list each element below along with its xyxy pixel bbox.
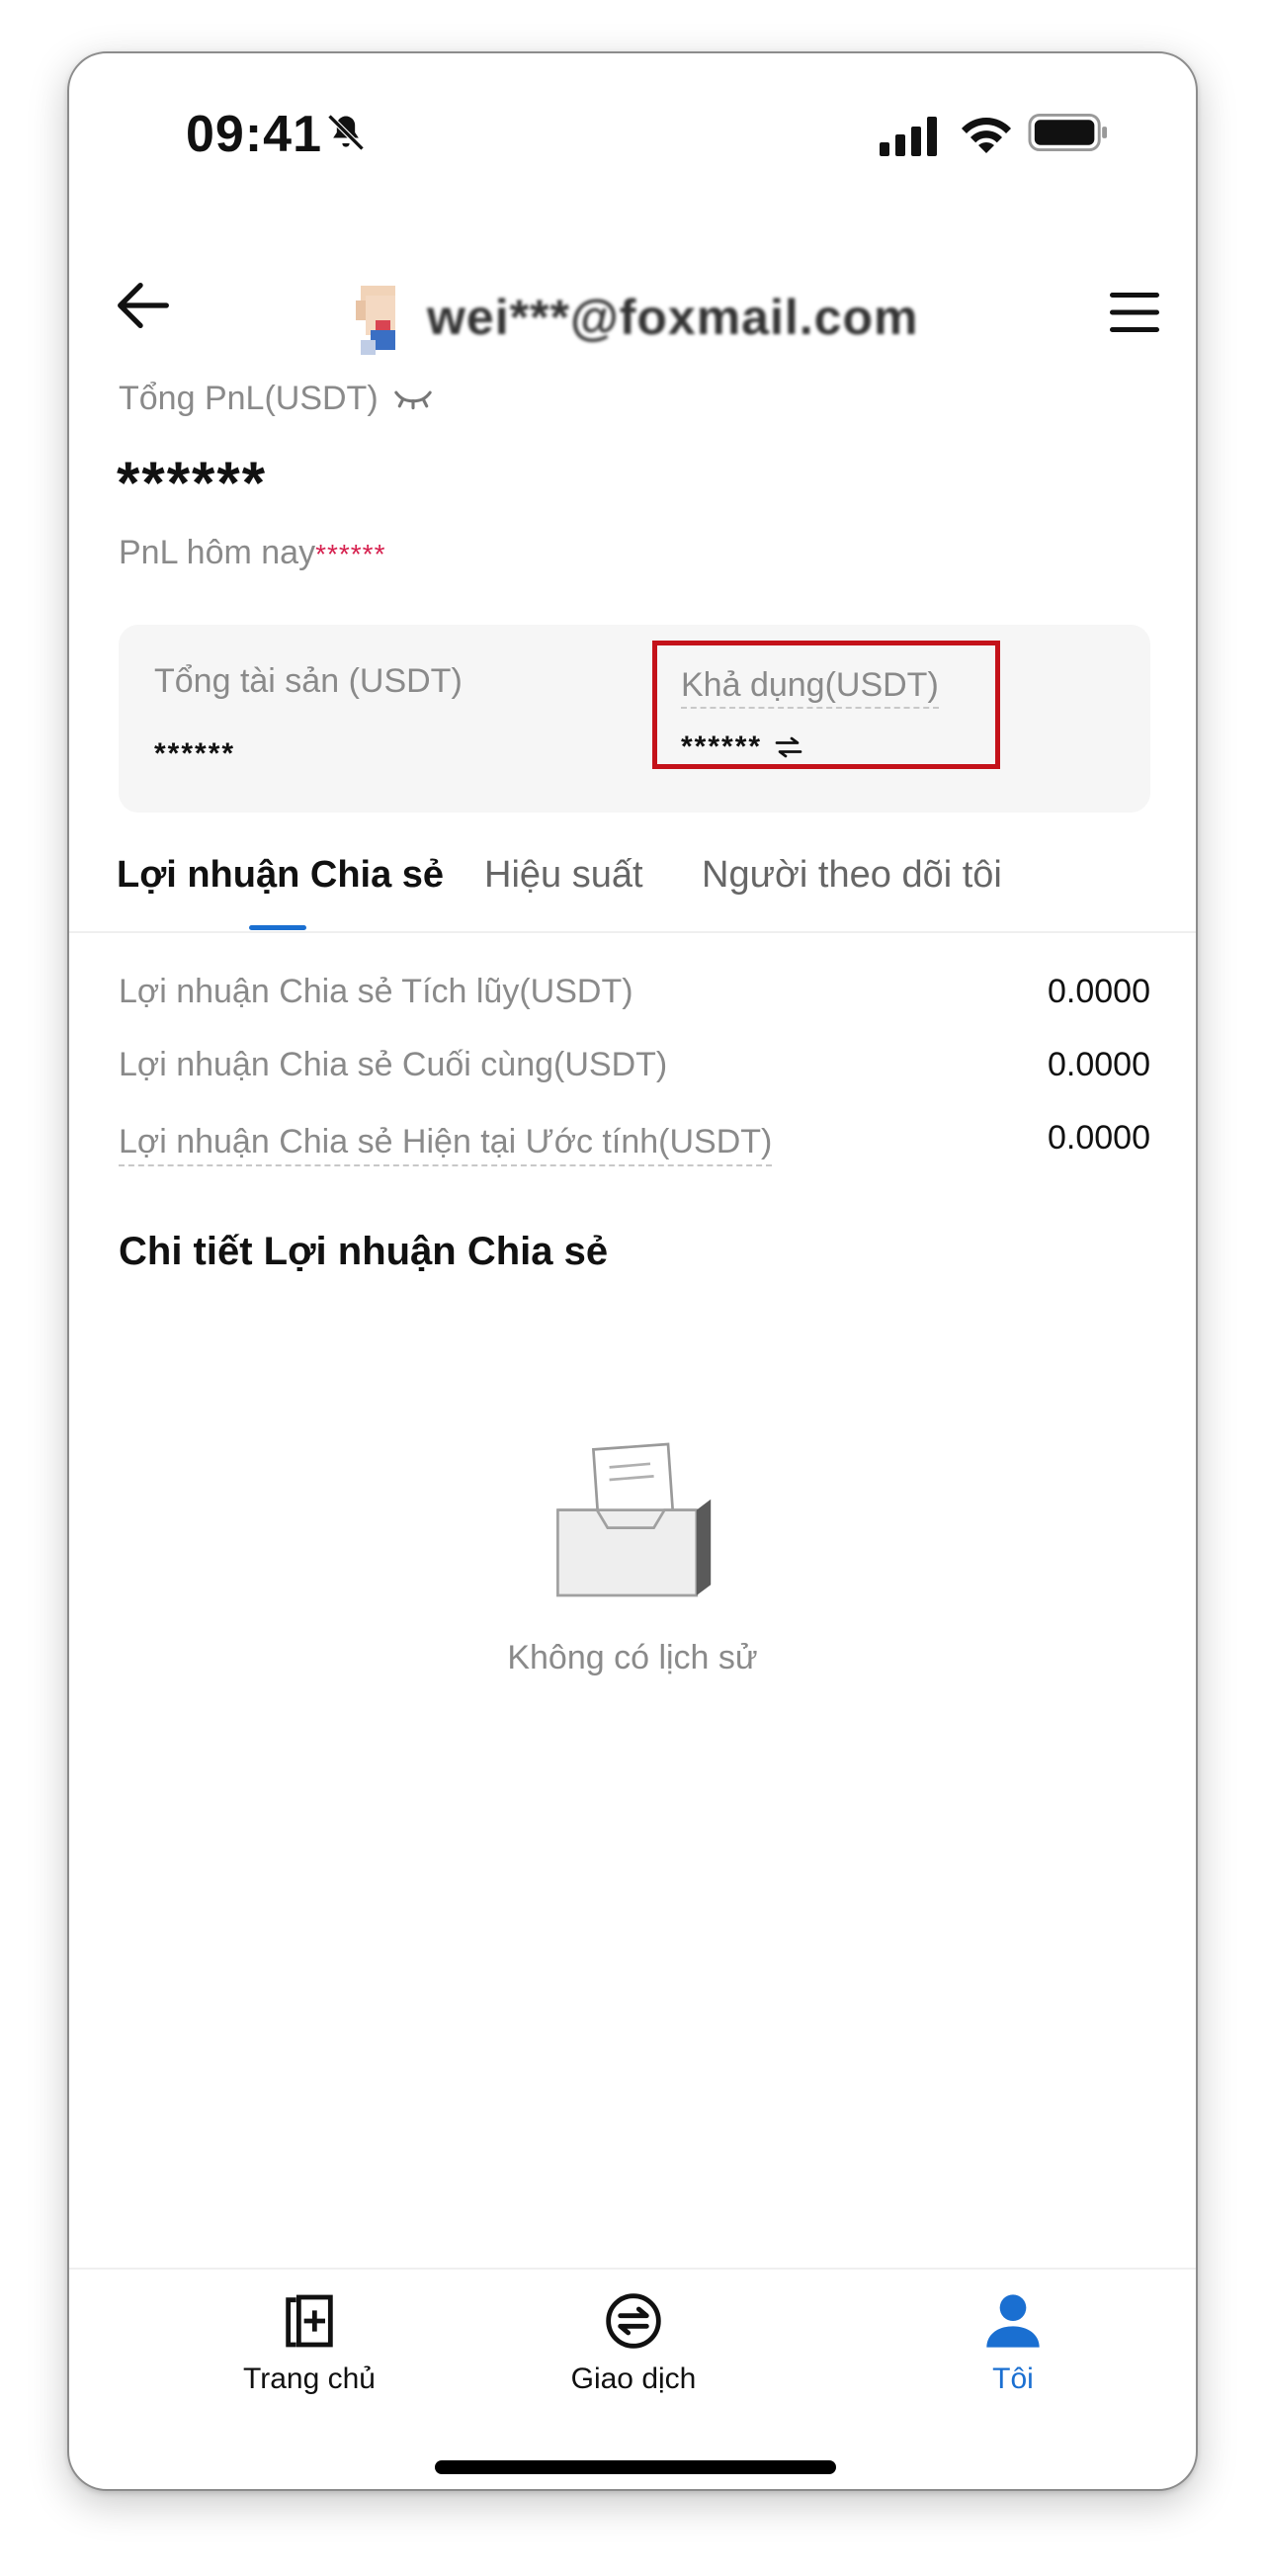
available-value: ****** [681, 730, 763, 763]
stat-row: Lợi nhuận Chia sẻ Tích lũy(USDT) 0.0000 [119, 973, 1150, 1022]
total-pnl-value: ****** [117, 450, 268, 516]
nav-trade[interactable]: Giao dịch [510, 2289, 757, 2396]
nav-home[interactable]: Trang chủ [186, 2289, 433, 2396]
today-pnl-label: PnL hôm nay [119, 534, 316, 571]
tab-followers[interactable]: Người theo dõi tôi [702, 854, 1002, 897]
avatar[interactable] [346, 281, 415, 360]
nav-home-label: Trang chủ [243, 2362, 376, 2395]
section-title: Chi tiết Lợi nhuận Chia sẻ [119, 1230, 609, 1273]
cellular-signal-icon [880, 117, 937, 156]
stat-label: Lợi nhuận Chia sẻ Tích lũy(USDT) [119, 973, 633, 1010]
status-time: 09:41 [186, 106, 322, 163]
total-assets-value: ****** [154, 737, 236, 770]
stat-row: Lợi nhuận Chia sẻ Cuối cùng(USDT) 0.0000 [119, 1046, 1150, 1095]
bottom-nav: Trang chủ Giao dịch Tôi [69, 2268, 1196, 2489]
total-assets-label: Tổng tài sản (USDT) [154, 662, 463, 700]
home-icon [286, 2294, 333, 2348]
bell-muted-icon [327, 114, 365, 151]
tab-profit-sharing[interactable]: Lợi nhuận Chia sẻ [117, 854, 444, 897]
stat-value: 0.0000 [1048, 1046, 1150, 1083]
available-highlight-box: Khả dụng(USDT) ****** [652, 641, 1000, 769]
account-email[interactable]: wei***@foxmail.com [427, 289, 918, 346]
eye-closed-icon[interactable] [392, 387, 434, 411]
status-bar: 09:41 [69, 53, 1196, 212]
total-pnl-label-text: Tổng PnL(USDT) [119, 380, 379, 417]
phone-frame: 09:41 wei***@foxmail.com Tổng PnL(USDT) … [67, 51, 1198, 2491]
tab-active-indicator [249, 925, 306, 930]
user-icon [986, 2294, 1040, 2348]
trade-icon [606, 2293, 661, 2349]
empty-inbox-icon [556, 1442, 712, 1597]
today-pnl-value: ****** [315, 539, 386, 569]
tabs: Lợi nhuận Chia sẻ Hiệu suất Người theo d… [69, 844, 1196, 933]
nav-me-label: Tôi [992, 2362, 1034, 2395]
stat-row: Lợi nhuận Chia sẻ Hiện tại Ước tính(USDT… [119, 1119, 1150, 1168]
available-value-row: ****** [681, 730, 803, 764]
back-arrow-icon[interactable] [109, 271, 178, 340]
menu-icon[interactable] [1105, 283, 1164, 342]
total-pnl-label: Tổng PnL(USDT) [119, 380, 434, 418]
header: wei***@foxmail.com [69, 251, 1196, 360]
stat-value: 0.0000 [1048, 973, 1150, 1010]
assets-card: Tổng tài sản (USDT) ****** Khả dụng(USDT… [119, 625, 1150, 813]
today-pnl: PnL hôm nay****** [119, 534, 385, 572]
nav-me[interactable]: Tôi [889, 2289, 1137, 2396]
stat-label: Lợi nhuận Chia sẻ Cuối cùng(USDT) [119, 1046, 668, 1083]
available-label[interactable]: Khả dụng(USDT) [681, 663, 939, 709]
stat-value: 0.0000 [1048, 1119, 1150, 1157]
empty-state-text: Không có lịch sử [507, 1639, 758, 1676]
nav-trade-label: Giao dịch [570, 2362, 697, 2395]
transfer-icon[interactable] [774, 734, 803, 760]
home-indicator [435, 2460, 836, 2474]
battery-icon [1028, 113, 1108, 152]
wifi-icon [962, 118, 1011, 153]
stat-label-tooltip[interactable]: Lợi nhuận Chia sẻ Hiện tại Ước tính(USDT… [119, 1119, 773, 1166]
tab-performance[interactable]: Hiệu suất [484, 854, 643, 897]
